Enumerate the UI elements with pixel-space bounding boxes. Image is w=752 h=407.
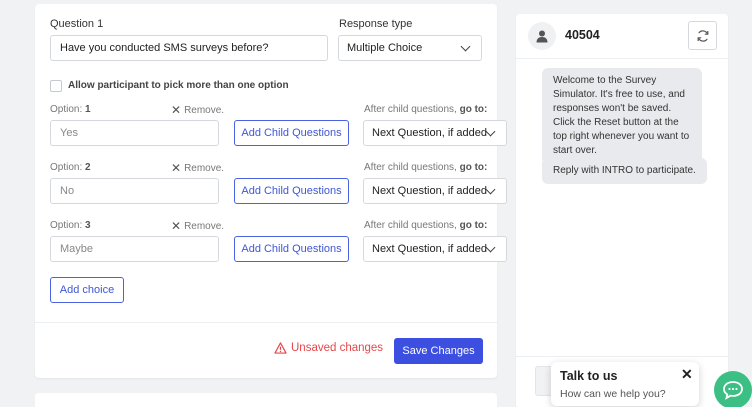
remove-option-button[interactable]: ✕ Remove. <box>171 162 224 174</box>
goto-label-bold: go to: <box>459 104 488 115</box>
option-number: 3 <box>85 220 91 231</box>
goto-select-value: Next Question, if added <box>372 185 487 197</box>
add-child-questions-label: Add Child Questions <box>241 127 342 139</box>
simulator-message: Welcome to the Survey Simulator. It's fr… <box>542 68 702 164</box>
chevron-down-icon <box>460 41 471 51</box>
unsaved-indicator: Unsaved changes <box>274 342 383 354</box>
option-label: Option: 2 <box>50 162 91 173</box>
close-icon: ✕ <box>171 161 182 175</box>
close-icon[interactable]: ✕ <box>681 367 693 381</box>
chevron-down-icon <box>485 242 496 252</box>
simulator-message: Reply with INTRO to participate. <box>542 158 707 184</box>
option-input[interactable]: Yes <box>50 120 219 146</box>
avatar <box>528 22 556 50</box>
simulator-header-divider <box>516 58 728 59</box>
goto-select[interactable]: Next Question, if added <box>363 236 507 262</box>
option-label-prefix: Option: <box>50 104 83 115</box>
goto-select-value: Next Question, if added <box>372 127 487 139</box>
save-changes-label: Save Changes <box>402 345 475 357</box>
talk-to-us-title: Talk to us <box>560 369 618 383</box>
warning-icon <box>274 342 287 354</box>
remove-option-label: Remove. <box>184 220 225 232</box>
goto-select[interactable]: Next Question, if added <box>363 178 507 204</box>
chat-icon <box>723 381 743 400</box>
goto-label-text: After child questions, <box>364 104 457 115</box>
option-input-placeholder: Maybe <box>60 243 94 255</box>
chevron-down-icon <box>485 184 496 194</box>
remove-option-button[interactable]: ✕ Remove. <box>171 104 224 116</box>
goto-label-text: After child questions, <box>364 162 457 173</box>
option-label: Option: 1 <box>50 104 91 115</box>
add-choice-button[interactable]: Add choice <box>50 277 124 303</box>
option-input-placeholder: No <box>60 185 75 197</box>
option-input-placeholder: Yes <box>60 127 78 139</box>
goto-label: After child questions, go to: <box>364 162 487 173</box>
response-type-select[interactable]: Multiple Choice <box>338 35 482 61</box>
add-child-questions-label: Add Child Questions <box>241 185 342 197</box>
response-type-label: Response type <box>339 18 413 30</box>
goto-select-value: Next Question, if added <box>372 243 487 255</box>
goto-label: After child questions, go to: <box>364 104 487 115</box>
multi-select-label: Allow participant to pick more than one … <box>68 80 289 91</box>
question-input-value: Have you conducted SMS surveys before? <box>60 42 269 54</box>
add-child-questions-button[interactable]: Add Child Questions <box>234 120 349 146</box>
simulator-phone-number: 40504 <box>565 28 600 42</box>
option-input[interactable]: Maybe <box>50 236 219 262</box>
card-footer-divider <box>35 322 497 323</box>
option-label-prefix: Option: <box>50 162 83 173</box>
simulator-footer-divider <box>516 356 728 357</box>
goto-label-text: After child questions, <box>364 220 457 231</box>
question-label: Question 1 <box>50 18 104 30</box>
option-input[interactable]: No <box>50 178 219 204</box>
option-label: Option: 3 <box>50 220 91 231</box>
goto-label-bold: go to: <box>459 162 488 173</box>
remove-option-label: Remove. <box>184 162 225 174</box>
talk-to-us-subtitle: How can we help you? <box>560 388 666 400</box>
next-question-card <box>35 393 497 407</box>
multi-select-checkbox[interactable] <box>50 80 62 92</box>
reset-button[interactable] <box>688 21 717 50</box>
goto-label-bold: go to: <box>459 220 488 231</box>
option-label-prefix: Option: <box>50 220 83 231</box>
close-icon: ✕ <box>171 219 182 233</box>
chat-launcher-button[interactable] <box>714 371 752 407</box>
goto-label: After child questions, go to: <box>364 220 487 231</box>
refresh-icon <box>697 29 708 42</box>
option-number: 1 <box>85 104 91 115</box>
add-child-questions-button[interactable]: Add Child Questions <box>234 236 349 262</box>
remove-option-button[interactable]: ✕ Remove. <box>171 220 224 232</box>
save-changes-button[interactable]: Save Changes <box>394 338 483 364</box>
goto-select[interactable]: Next Question, if added <box>363 120 507 146</box>
question-input[interactable]: Have you conducted SMS surveys before? <box>50 35 328 61</box>
user-icon <box>536 30 548 43</box>
unsaved-text: Unsaved changes <box>291 342 384 354</box>
add-child-questions-label: Add Child Questions <box>241 243 342 255</box>
close-icon: ✕ <box>171 103 182 117</box>
remove-option-label: Remove. <box>184 104 225 116</box>
add-child-questions-button[interactable]: Add Child Questions <box>234 178 349 204</box>
response-type-value: Multiple Choice <box>347 42 423 54</box>
chevron-down-icon <box>485 126 496 136</box>
add-choice-label: Add choice <box>59 284 115 296</box>
option-number: 2 <box>85 162 91 173</box>
